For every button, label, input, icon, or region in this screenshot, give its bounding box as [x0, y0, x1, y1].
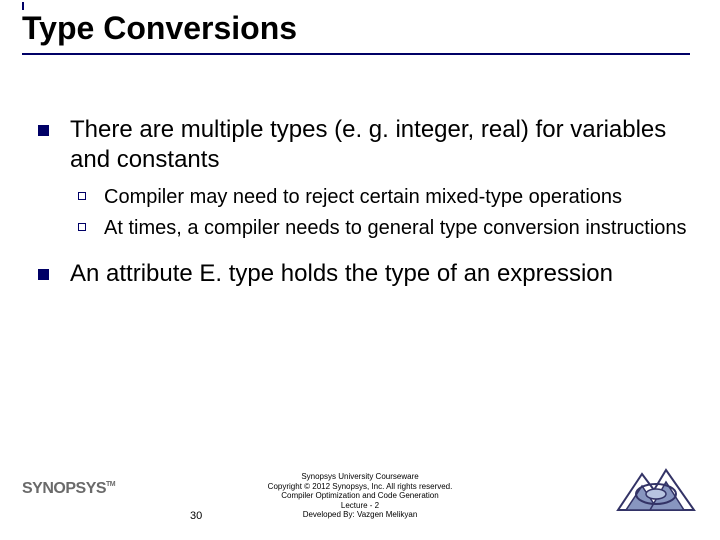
- abstract-logo-icon: [614, 466, 698, 514]
- title-tick: [22, 2, 24, 10]
- bullet-text: There are multiple types (e. g. integer,…: [70, 116, 666, 173]
- square-bullet-icon: [38, 125, 49, 136]
- footer-line: Compiler Optimization and Code Generatio…: [0, 491, 720, 501]
- footer-line: Copyright © 2012 Synopsys, Inc. All righ…: [0, 482, 720, 492]
- sub-bullet-text: Compiler may need to reject certain mixe…: [104, 186, 622, 208]
- footer-line: Developed By: Vazgen Melikyan: [0, 510, 720, 520]
- bullet-item: There are multiple types (e. g. integer,…: [30, 115, 690, 241]
- slide-title: Type Conversions: [22, 10, 690, 55]
- bullet-list-level1: There are multiple types (e. g. integer,…: [30, 115, 690, 289]
- bullet-list-level2: Compiler may need to reject certain mixe…: [70, 185, 690, 241]
- footer-text-block: Synopsys University Courseware Copyright…: [0, 472, 720, 520]
- title-wrap: Type Conversions: [0, 0, 720, 55]
- bullet-item: An attribute E. type holds the type of a…: [30, 259, 690, 289]
- sub-bullet-item: At times, a compiler needs to general ty…: [70, 216, 690, 241]
- sub-bullet-text: At times, a compiler needs to general ty…: [104, 217, 687, 239]
- footer: SYNOPSYSTM 30 Synopsys University Course…: [0, 456, 720, 526]
- sub-bullet-item: Compiler may need to reject certain mixe…: [70, 185, 690, 210]
- slide: Type Conversions There are multiple type…: [0, 0, 720, 540]
- slide-body: There are multiple types (e. g. integer,…: [0, 55, 720, 289]
- footer-line: Lecture - 2: [0, 501, 720, 511]
- square-bullet-icon: [38, 269, 49, 280]
- hollow-square-bullet-icon: [78, 223, 86, 231]
- bullet-text: An attribute E. type holds the type of a…: [70, 260, 613, 287]
- footer-line: Synopsys University Courseware: [0, 472, 720, 482]
- hollow-square-bullet-icon: [78, 192, 86, 200]
